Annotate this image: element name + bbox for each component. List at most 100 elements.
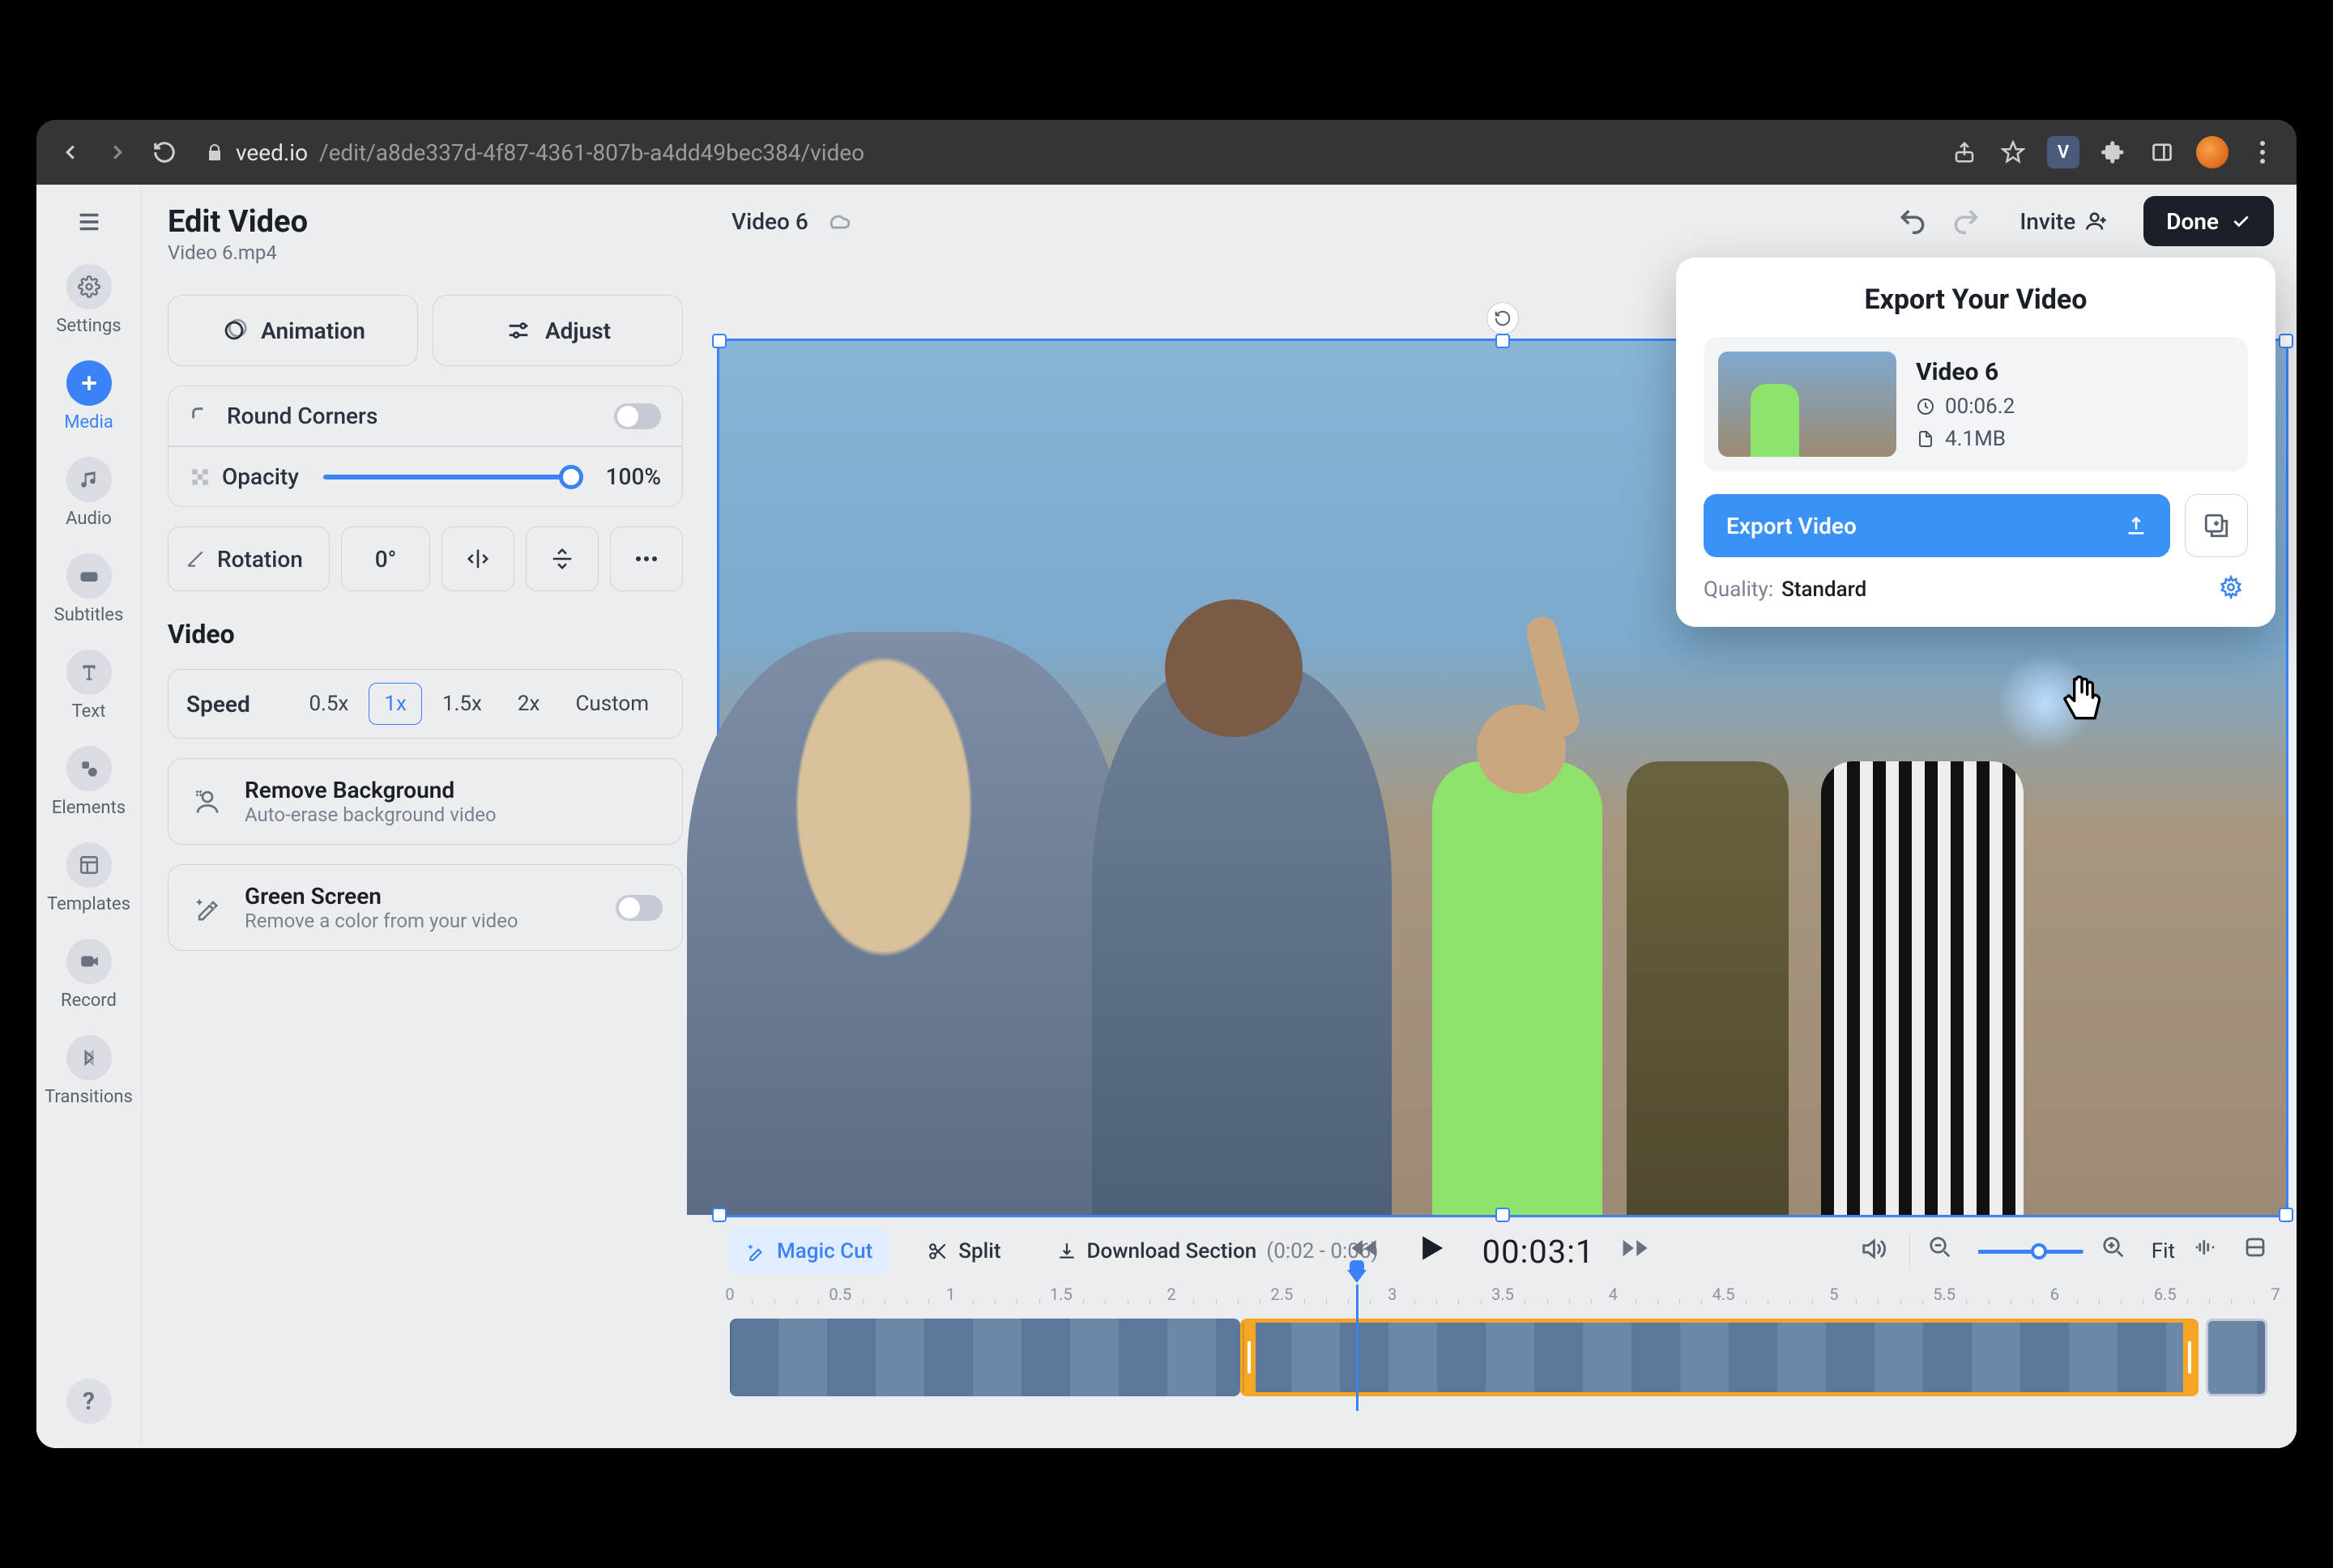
reload-button[interactable] [150, 138, 179, 167]
download-section-button[interactable]: Download Section (0:02 - 0:06) [1040, 1229, 1395, 1274]
forward-button[interactable] [1619, 1232, 1657, 1271]
file-name: Video 6.mp4 [168, 241, 683, 264]
project-name[interactable]: Video 6 [731, 208, 808, 235]
forward-button[interactable] [103, 138, 132, 167]
undo-button[interactable] [1895, 203, 1930, 239]
browser-window: veed.io/edit/a8de337d-4f87-4361-807b-a4d… [36, 120, 2297, 1448]
zoom-out-button[interactable] [1928, 1235, 1960, 1268]
browser-toolbar: veed.io/edit/a8de337d-4f87-4361-807b-a4d… [36, 120, 2297, 185]
nav-audio[interactable]: Audio [36, 457, 141, 529]
speed-group: 0.5x 1x 1.5x 2x Custom [293, 683, 664, 725]
wand-icon [188, 888, 227, 927]
clip-3[interactable] [2206, 1319, 2267, 1396]
speed-1-5x[interactable]: 1.5x [427, 683, 497, 725]
bookmark-icon[interactable] [1998, 138, 2028, 167]
timeline: Magic Cut Split Download Section (0:02 -… [709, 1217, 2297, 1448]
cursor-pointer-icon [2054, 671, 2110, 735]
opacity-value: 100% [606, 463, 661, 490]
clip-handle-right[interactable] [2183, 1321, 2196, 1394]
export-size: 4.1MB [1916, 427, 2015, 451]
play-button[interactable] [1411, 1228, 1458, 1275]
left-nav: Settings Media Audio Subtitles Text Elem… [36, 185, 142, 1448]
nav-label: Record [61, 991, 117, 1011]
rotation-label-box: Rotation [168, 526, 330, 591]
speed-custom[interactable]: Custom [560, 683, 664, 725]
nav-text[interactable]: Text [36, 650, 141, 722]
export-template-button[interactable] [2185, 494, 2248, 557]
split-button[interactable]: Split [911, 1229, 1017, 1274]
address-bar[interactable]: veed.io/edit/a8de337d-4f87-4361-807b-a4d… [205, 139, 864, 166]
browser-menu[interactable] [2248, 138, 2277, 167]
magic-cut-button[interactable]: Magic Cut [730, 1229, 889, 1274]
nav-label: Audio [66, 509, 112, 529]
speed-1x[interactable]: 1x [369, 683, 422, 725]
playhead[interactable] [1356, 1285, 1358, 1411]
hamburger-button[interactable] [71, 204, 107, 240]
flip-horizontal-button[interactable] [441, 526, 514, 591]
camera-icon [66, 939, 112, 984]
speed-label: Speed [186, 691, 250, 718]
redo-button[interactable] [1948, 203, 1984, 239]
nav-templates[interactable]: Templates [36, 842, 141, 914]
transitions-icon [66, 1035, 112, 1080]
export-video-button[interactable]: Export Video [1704, 494, 2170, 557]
nav-settings[interactable]: Settings [36, 264, 141, 336]
invite-button[interactable]: Invite [2002, 196, 2126, 246]
resize-handle[interactable] [2279, 334, 2293, 348]
zoom-in-button[interactable] [2101, 1235, 2134, 1268]
export-title: Export Your Video [1704, 283, 2248, 316]
clip-handle-left[interactable] [1243, 1321, 1256, 1394]
adjust-button[interactable]: Adjust [433, 295, 683, 366]
profile-avatar[interactable] [2196, 136, 2229, 168]
extensions-icon[interactable] [2099, 138, 2128, 167]
nav-record[interactable]: Record [36, 939, 141, 1011]
clip-2-selected[interactable] [1240, 1319, 2199, 1396]
speed-0-5x[interactable]: 0.5x [293, 683, 364, 725]
green-screen-card[interactable]: Green Screen Remove a color from your vi… [168, 864, 683, 951]
nav-transitions[interactable]: Transitions [36, 1035, 141, 1107]
gear-icon [66, 264, 112, 309]
panel-title: Edit Video [168, 204, 683, 240]
nav-label: Elements [52, 798, 126, 818]
opacity-slider[interactable] [323, 475, 582, 479]
nav-label: Text [72, 701, 106, 722]
rotate-handle[interactable] [1486, 302, 1519, 334]
animation-button[interactable]: Animation [168, 295, 418, 366]
app-root: Settings Media Audio Subtitles Text Elem… [36, 185, 2297, 1448]
timeline-ruler[interactable]: 00.511.522.533.544.555.566.57 [730, 1285, 2275, 1314]
round-corners-row: Round Corners [168, 386, 682, 446]
settings-icon[interactable] [2243, 1235, 2275, 1268]
nav-label: Subtitles [54, 605, 124, 625]
round-corners-toggle[interactable] [614, 403, 661, 429]
quality-settings-button[interactable] [2219, 575, 2248, 604]
panel-icon[interactable] [2147, 138, 2177, 167]
speed-2x[interactable]: 2x [502, 683, 556, 725]
share-icon[interactable] [1950, 138, 1979, 167]
clip-1[interactable] [730, 1319, 1240, 1396]
url-domain: veed.io [236, 139, 308, 166]
person-remove-icon [188, 782, 227, 821]
volume-button[interactable] [1859, 1235, 1892, 1268]
waveform-button[interactable] [2193, 1235, 2225, 1268]
green-screen-toggle[interactable] [616, 895, 663, 921]
nav-media[interactable]: Media [36, 360, 141, 432]
speed-card: Speed 0.5x 1x 1.5x 2x Custom [168, 669, 683, 739]
rotation-value[interactable]: 0° [341, 526, 430, 591]
nav-elements[interactable]: Elements [36, 746, 141, 818]
nav-label: Templates [47, 894, 130, 914]
resize-handle[interactable] [712, 334, 727, 348]
help-button[interactable]: ? [66, 1378, 112, 1424]
rotation-more-button[interactable] [610, 526, 683, 591]
flip-vertical-button[interactable] [526, 526, 599, 591]
fit-button[interactable]: Fit [2152, 1239, 2175, 1263]
done-button[interactable]: Done [2143, 196, 2274, 246]
extension-badge[interactable]: V [2047, 136, 2079, 168]
zoom-slider[interactable] [1978, 1250, 2083, 1254]
export-thumbnail [1718, 352, 1896, 457]
lock-icon [205, 143, 224, 162]
feature-title: Green Screen [245, 883, 518, 910]
back-button[interactable] [56, 138, 85, 167]
remove-bg-card[interactable]: Remove Background Auto-erase background … [168, 758, 683, 845]
nav-subtitles[interactable]: Subtitles [36, 553, 141, 625]
resize-handle[interactable] [1495, 334, 1510, 348]
